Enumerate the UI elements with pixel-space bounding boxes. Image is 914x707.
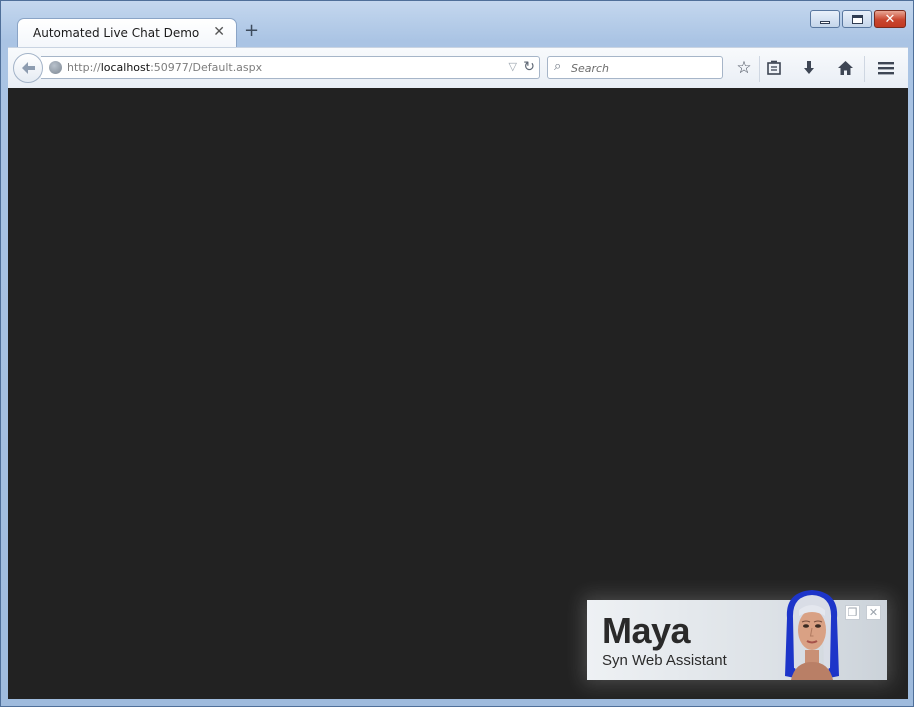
- reading-list-glyph: [767, 60, 781, 75]
- minimize-icon: [820, 20, 830, 24]
- menu-icon[interactable]: [875, 57, 897, 79]
- avatar: [785, 590, 839, 680]
- download-arrow-glyph: [804, 61, 814, 74]
- close-icon: ✕: [884, 11, 896, 27]
- chat-widget[interactable]: Maya Syn Web Assistant ❐ ✕: [587, 590, 887, 680]
- navigation-toolbar: http://localhost:50977/Default.aspx ▽ ↻ …: [8, 47, 908, 88]
- maximize-icon: [851, 14, 863, 24]
- reload-icon[interactable]: ↻: [523, 59, 535, 75]
- window-close-button[interactable]: ✕: [874, 10, 906, 28]
- hamburger-glyph: [878, 62, 894, 75]
- url-bar[interactable]: http://localhost:50977/Default.aspx ▽ ↻: [41, 56, 540, 79]
- search-box[interactable]: ⌕ Search: [547, 56, 723, 79]
- maximize-button[interactable]: [842, 10, 872, 28]
- new-tab-button[interactable]: +: [244, 21, 259, 41]
- download-icon[interactable]: [798, 57, 820, 79]
- search-icon: ⌕: [554, 59, 562, 74]
- search-placeholder: Search: [571, 62, 610, 75]
- tab-active[interactable]: Automated Live Chat Demo ✕: [17, 18, 237, 47]
- close-icon: ✕: [868, 606, 879, 619]
- url-text: http://localhost:50977/Default.aspx: [67, 61, 262, 74]
- agent-subtitle: Syn Web Assistant: [602, 652, 727, 669]
- restore-icon: ❐: [847, 606, 858, 619]
- back-arrow-icon: [22, 62, 35, 74]
- url-host: localhost: [100, 61, 151, 74]
- agent-name: Maya: [602, 610, 691, 651]
- bookmark-star-icon[interactable]: ☆: [733, 57, 755, 79]
- toolbar-separator: [759, 56, 760, 82]
- browser-window: ✕ Automated Live Chat Demo ✕ + http://lo…: [0, 0, 914, 707]
- globe-icon: [49, 61, 62, 74]
- tab-close-icon[interactable]: ✕: [213, 24, 225, 40]
- chat-close-button[interactable]: ✕: [866, 605, 881, 620]
- url-scheme: http://: [67, 61, 101, 74]
- url-path: :50977/Default.aspx: [150, 61, 263, 74]
- toolbar-separator: [864, 56, 865, 82]
- tab-title: Automated Live Chat Demo: [33, 26, 200, 40]
- dropmarker-icon[interactable]: ▽: [509, 60, 517, 73]
- page-content: Maya Syn Web Assistant ❐ ✕: [8, 88, 908, 699]
- minimize-button[interactable]: [810, 10, 840, 28]
- back-button[interactable]: [13, 53, 43, 83]
- home-glyph: [837, 61, 853, 75]
- home-icon[interactable]: [834, 57, 856, 79]
- restore-button[interactable]: ❐: [845, 605, 860, 620]
- window-controls: ✕: [810, 10, 906, 28]
- reading-list-icon[interactable]: [763, 57, 785, 79]
